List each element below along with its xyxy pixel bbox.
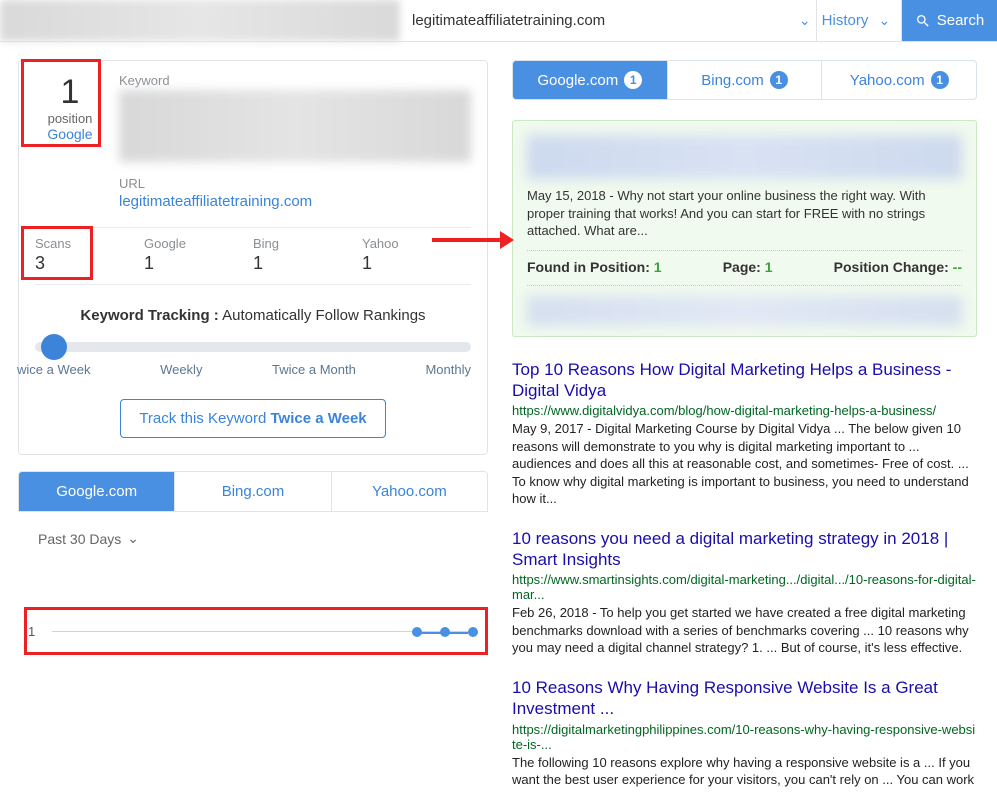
slider-opt: Monthly bbox=[425, 362, 471, 377]
engine-name: Yahoo bbox=[362, 236, 471, 251]
bing-cell: Bing 1 bbox=[253, 228, 362, 284]
slider-labels: wice a Week Weekly Twice a Month Monthly bbox=[35, 362, 471, 377]
serp-item: 10 Reasons Why Having Responsive Website… bbox=[512, 677, 977, 789]
tracking-prefix: Keyword Tracking : bbox=[80, 307, 218, 324]
annotation-box bbox=[21, 226, 93, 280]
serp-item: Top 10 Reasons How Digital Marketing Hel… bbox=[512, 359, 977, 508]
track-bold: Twice a Week bbox=[270, 410, 366, 427]
result-footer-blurred bbox=[527, 296, 962, 326]
page-label: Page: bbox=[723, 259, 761, 275]
frequency-slider[interactable] bbox=[35, 342, 471, 352]
engine-value: 1 bbox=[362, 253, 471, 274]
slider-thumb[interactable] bbox=[41, 334, 67, 360]
right-column: Google.com 1 Bing.com 1 Yahoo.com 1 May … bbox=[512, 60, 977, 809]
tracking-suffix: Automatically Follow Rankings bbox=[222, 307, 425, 324]
change-value: -- bbox=[953, 259, 962, 275]
result-title-blurred bbox=[527, 135, 962, 179]
highlighted-result: May 15, 2018 - Why not start your online… bbox=[512, 120, 977, 337]
tab-bing[interactable]: Bing.com 1 bbox=[667, 61, 822, 99]
keyword-card: 1 position Google Keyword URL legitimate… bbox=[18, 60, 488, 455]
top-bar: ⌄ History ⌄ Search bbox=[0, 0, 997, 42]
tab-label: Yahoo.com bbox=[850, 72, 925, 89]
serp-snippet: The following 10 reasons explore why hav… bbox=[512, 754, 977, 789]
tab-label: Bing.com bbox=[701, 72, 764, 89]
found-value: 1 bbox=[654, 259, 662, 275]
search-icon bbox=[915, 13, 931, 29]
result-snippet: May 15, 2018 - Why not start your online… bbox=[527, 187, 962, 240]
serp-engine-tabs: Google.com 1 Bing.com 1 Yahoo.com 1 bbox=[512, 60, 977, 100]
annotation-box bbox=[21, 59, 101, 147]
slider-opt: Weekly bbox=[160, 362, 202, 377]
serp-url[interactable]: https://www.smartinsights.com/digital-ma… bbox=[512, 572, 977, 602]
tab-badge: 1 bbox=[770, 71, 788, 89]
page-value: 1 bbox=[765, 259, 773, 275]
result-stats: Found in Position: 1 Page: 1 Position Ch… bbox=[527, 259, 962, 275]
search-button[interactable]: Search bbox=[902, 0, 997, 41]
date-range-dropdown[interactable]: Past 30 Days ⌄ bbox=[18, 512, 488, 547]
engine-value: 1 bbox=[144, 253, 253, 274]
serp-url[interactable]: https://digitalmarketingphilippines.com/… bbox=[512, 722, 977, 752]
engine-name: Google bbox=[144, 236, 253, 251]
serp-title[interactable]: 10 Reasons Why Having Responsive Website… bbox=[512, 677, 977, 720]
date-range-label: Past 30 Days bbox=[38, 531, 121, 547]
tracking-title: Keyword Tracking : Automatically Follow … bbox=[35, 307, 471, 324]
engine-tabs: Google.com Bing.com Yahoo.com bbox=[18, 471, 488, 512]
tab-google[interactable]: Google.com 1 bbox=[513, 61, 667, 99]
data-point bbox=[468, 627, 478, 637]
serp-title[interactable]: 10 reasons you need a digital marketing … bbox=[512, 528, 977, 571]
domain-input-wrap: ⌄ bbox=[400, 0, 817, 41]
keyword-search-blurred bbox=[0, 0, 400, 41]
tab-badge: 1 bbox=[624, 71, 642, 89]
serp-title[interactable]: Top 10 Reasons How Digital Marketing Hel… bbox=[512, 359, 977, 402]
serp-item: 10 reasons you need a digital marketing … bbox=[512, 528, 977, 657]
found-label: Found in Position: bbox=[527, 259, 650, 275]
slider-opt: Twice a Month bbox=[272, 362, 356, 377]
track-prefix: Track this Keyword bbox=[139, 410, 266, 427]
data-point bbox=[412, 627, 422, 637]
change-label: Position Change: bbox=[834, 259, 949, 275]
google-cell: Google 1 bbox=[144, 228, 253, 284]
left-column: 1 position Google Keyword URL legitimate… bbox=[18, 60, 488, 809]
url-heading: URL bbox=[119, 176, 471, 191]
tab-label: Google.com bbox=[537, 72, 618, 89]
serp-url[interactable]: https://www.digitalvidya.com/blog/how-di… bbox=[512, 403, 977, 418]
chevron-down-icon: ⌄ bbox=[872, 12, 896, 29]
chevron-down-icon: ⌄ bbox=[127, 530, 139, 547]
keyword-heading: Keyword bbox=[119, 73, 471, 88]
yahoo-cell: Yahoo 1 bbox=[362, 228, 471, 284]
tab-bing[interactable]: Bing.com bbox=[174, 472, 330, 511]
serp-snippet: Feb 26, 2018 - To help you get started w… bbox=[512, 604, 977, 657]
history-label: History bbox=[822, 12, 869, 29]
track-keyword-button[interactable]: Track this Keyword Twice a Week bbox=[120, 399, 385, 438]
tab-google[interactable]: Google.com bbox=[19, 472, 174, 511]
tab-yahoo[interactable]: Yahoo.com bbox=[331, 472, 487, 511]
keyword-url[interactable]: legitimateaffiliatetraining.com bbox=[119, 193, 312, 210]
slider-opt: wice a Week bbox=[17, 362, 90, 377]
keyword-text-blurred bbox=[119, 90, 471, 162]
serp-snippet: May 9, 2017 - Digital Marketing Course b… bbox=[512, 420, 977, 508]
domain-input[interactable] bbox=[400, 12, 793, 29]
chevron-down-icon[interactable]: ⌄ bbox=[793, 12, 816, 29]
data-point bbox=[440, 627, 450, 637]
rank-sparkline: 1 bbox=[18, 607, 488, 655]
engine-value: 1 bbox=[253, 253, 362, 274]
tab-yahoo[interactable]: Yahoo.com 1 bbox=[821, 61, 976, 99]
serp-list: Top 10 Reasons How Digital Marketing Hel… bbox=[512, 359, 977, 789]
tab-badge: 1 bbox=[931, 71, 949, 89]
engine-name: Bing bbox=[253, 236, 362, 251]
history-button[interactable]: History ⌄ bbox=[817, 0, 902, 41]
search-label: Search bbox=[937, 12, 985, 29]
